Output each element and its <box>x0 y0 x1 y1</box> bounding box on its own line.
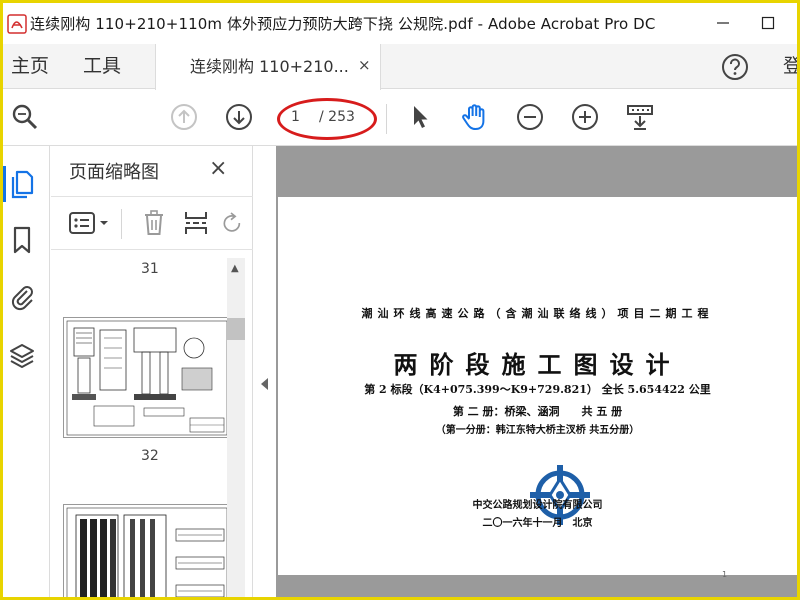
close-tab-icon[interactable]: × <box>358 56 371 74</box>
document-title: 两阶段施工图设计 <box>393 350 682 379</box>
zoom-out-icon[interactable] <box>513 100 547 134</box>
delete-page-icon[interactable] <box>139 209 169 237</box>
organization-name: 中交公路规划设计院有限公司 <box>472 500 603 511</box>
page-footer-number: 1 <box>722 570 728 579</box>
toolbar-divider <box>386 104 387 134</box>
hand-tool-icon[interactable] <box>458 100 492 134</box>
section-info: 第 2 标段（K4+075.399～K9+729.821） 全长 5.65442… <box>364 383 711 396</box>
tab-bar: 主页 工具 连续刚构 110+210... × 登 <box>3 44 797 90</box>
thumbnail-page-label: 32 <box>141 448 159 464</box>
insert-page-icon[interactable] <box>181 209 211 237</box>
menu-tools[interactable]: 工具 <box>83 44 121 89</box>
title-bar: 连续刚构 110+210+110m 体外预应力预防大跨下挠 公规院.pdf - … <box>3 3 797 44</box>
zoom-in-icon[interactable] <box>568 100 602 134</box>
fit-page-icon[interactable] <box>623 100 657 134</box>
app-window: 连续刚构 110+210+110m 体外预应力预防大跨下挠 公规院.pdf - … <box>0 0 800 600</box>
volume-info: 第 二 册：桥梁、涵洞 共 五 册 <box>452 405 623 418</box>
subvolume-info: （第一分册：韩江东特大桥主汊桥 共五分册） <box>435 425 640 436</box>
document-tab-label: 连续刚构 110+210... <box>190 57 349 76</box>
page-thumbnail[interactable] <box>63 317 231 438</box>
sign-in-link[interactable]: 登 <box>783 44 797 89</box>
close-panel-icon[interactable]: × <box>209 156 227 181</box>
document-viewport[interactable]: 潮汕环线高速公路（含潮汕联络线）项目二期工程 两阶段施工图设计 第 2 标段（K… <box>276 146 797 597</box>
page-gap <box>278 575 797 597</box>
help-icon[interactable] <box>720 52 750 82</box>
collapse-arrow-icon[interactable] <box>261 378 268 390</box>
search-icon[interactable] <box>8 100 42 134</box>
previous-page-icon[interactable] <box>167 100 201 134</box>
project-name: 潮汕环线高速公路（含潮汕联络线）项目二期工程 <box>361 307 714 320</box>
page-thumbnail[interactable] <box>63 504 231 597</box>
page-thumbnails-icon[interactable] <box>8 168 36 200</box>
panel-title: 页面缩略图 <box>69 162 159 183</box>
thumbnail-options-menu[interactable] <box>67 209 113 237</box>
select-cursor-icon[interactable] <box>403 100 437 134</box>
layers-icon[interactable] <box>8 340 36 372</box>
scrollbar-thumb[interactable] <box>227 318 245 340</box>
menu-home[interactable]: 主页 <box>11 44 49 89</box>
thumbnail-page-label: 31 <box>141 261 159 277</box>
scroll-up-icon[interactable]: ▲ <box>231 263 239 274</box>
acrobat-logo-icon <box>4 11 30 37</box>
bookmarks-icon[interactable] <box>8 224 36 256</box>
next-page-icon[interactable] <box>222 100 256 134</box>
document-tab[interactable]: 连续刚构 110+210... × <box>155 44 381 90</box>
window-title: 连续刚构 110+210+110m 体外预应力预防大跨下挠 公规院.pdf - … <box>30 15 656 33</box>
minimize-button[interactable] <box>708 9 738 37</box>
publish-date: 二〇一六年十一月 北京 <box>482 518 593 529</box>
toolbar: 1 / 253 <box>3 90 797 146</box>
navigation-rail <box>3 146 50 597</box>
maximize-button[interactable] <box>753 9 783 37</box>
highlight-annotation <box>277 98 377 140</box>
thumbnails-scrollbar[interactable] <box>227 258 245 597</box>
attachments-icon[interactable] <box>8 280 36 312</box>
thumbnails-panel: 页面缩略图 × 31 32 ▲ <box>51 146 253 597</box>
collapse-panel-strip[interactable] <box>254 146 276 597</box>
panel-toolbar <box>51 196 253 250</box>
panel-divider <box>121 209 122 239</box>
rotate-page-icon[interactable] <box>221 209 241 237</box>
active-indicator <box>3 166 6 202</box>
